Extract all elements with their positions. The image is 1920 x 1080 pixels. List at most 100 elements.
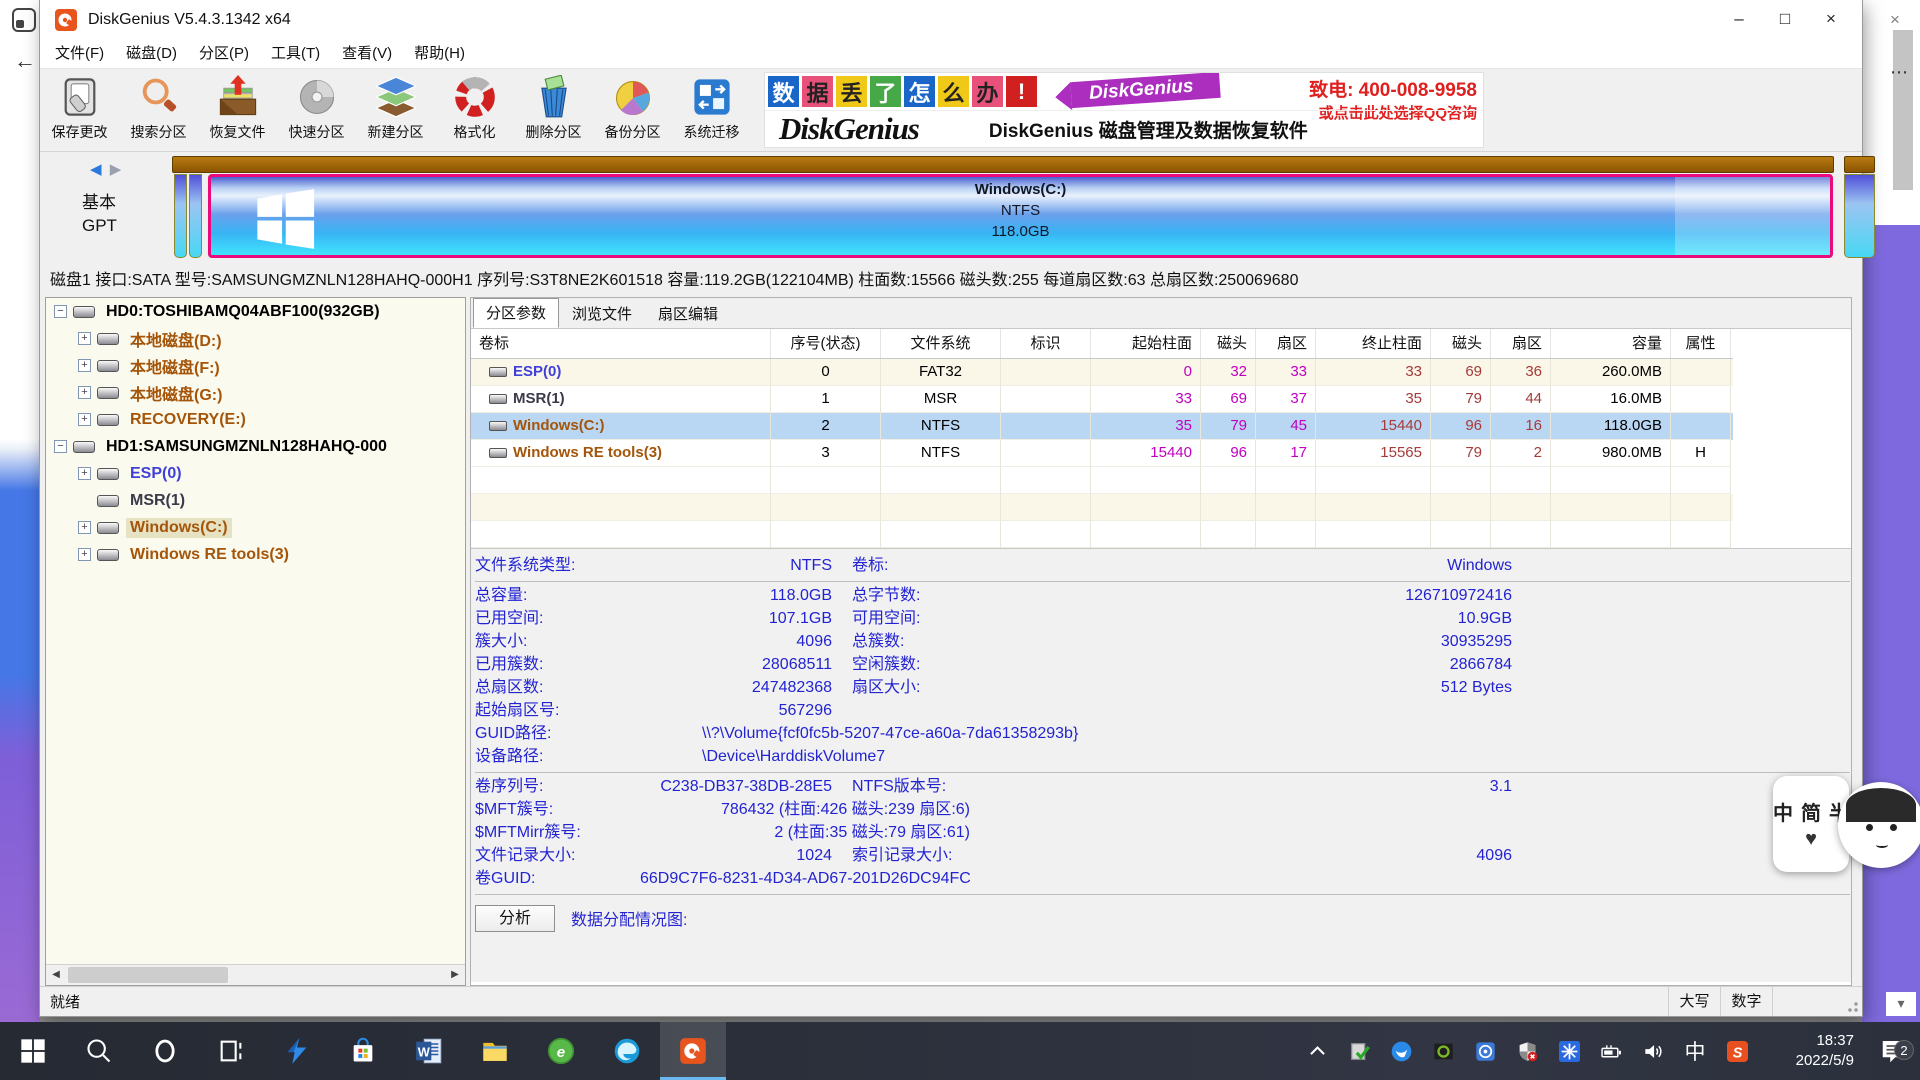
- toolbar-button-0[interactable]: 保存更改: [40, 69, 119, 151]
- table-row[interactable]: Windows RE tools(3)3NTFS1544096171556579…: [471, 440, 1733, 467]
- task-view-button[interactable]: [198, 1022, 264, 1080]
- table-cell: 69: [1431, 359, 1491, 386]
- ime-mode-item[interactable]: 中: [1773, 797, 1793, 826]
- scroll-right-icon[interactable]: ▶: [445, 965, 465, 985]
- tab-browse-files[interactable]: 浏览文件: [559, 301, 645, 328]
- main-panel: 分区参数浏览文件扇区编辑 卷标序号(状态)文件系统标识起始柱面磁头扇区终止柱面磁…: [470, 297, 1852, 986]
- word-app[interactable]: W: [396, 1022, 462, 1080]
- toolbar-button-7[interactable]: 备份分区: [593, 69, 672, 151]
- disk-next-icon[interactable]: ▶: [110, 161, 122, 178]
- tree-item[interactable]: −HD1:SAMSUNGMZNLN128HAHQ-000: [46, 433, 465, 460]
- flash-app[interactable]: [264, 1022, 330, 1080]
- expand-icon[interactable]: +: [78, 413, 91, 426]
- heart-icon[interactable]: ♥: [1805, 828, 1817, 851]
- menu-item-3[interactable]: 工具(T): [260, 40, 331, 68]
- tree-item[interactable]: MSR(1): [46, 487, 465, 514]
- expand-icon[interactable]: +: [78, 386, 91, 399]
- taskbar-clock[interactable]: 18:37 2022/5/9: [1758, 1031, 1854, 1071]
- tree-hscrollbar[interactable]: ◀ ▶: [46, 964, 465, 985]
- nvidia-icon[interactable]: [1422, 1041, 1464, 1062]
- partition-strip-esp[interactable]: [174, 174, 187, 258]
- menu-item-4[interactable]: 查看(V): [331, 40, 403, 68]
- browser-tab-icon[interactable]: [12, 8, 36, 32]
- taskbar-search[interactable]: [66, 1022, 132, 1080]
- start-button[interactable]: [0, 1022, 66, 1080]
- minimize-button[interactable]: –: [1716, 0, 1762, 40]
- cortana-button[interactable]: [132, 1022, 198, 1080]
- tree-item[interactable]: +本地磁盘(D:): [46, 325, 465, 352]
- toolbar-button-4[interactable]: 新建分区: [356, 69, 435, 151]
- expand-icon[interactable]: +: [78, 548, 91, 561]
- sogou-icon[interactable]: S: [1716, 1041, 1758, 1062]
- tab-partition-params[interactable]: 分区参数: [473, 298, 559, 328]
- expand-icon[interactable]: +: [78, 332, 91, 345]
- menu-item-1[interactable]: 磁盘(D): [115, 40, 188, 68]
- table-cell: 32: [1201, 359, 1256, 386]
- scroll-down-icon[interactable]: ▾: [1886, 992, 1916, 1016]
- browser-360-app[interactable]: e: [528, 1022, 594, 1080]
- expand-icon[interactable]: +: [78, 521, 91, 534]
- toolbar-button-5[interactable]: 格式化: [435, 69, 514, 151]
- ad-banner[interactable]: 数据丢了怎么办! DiskGenius 致电: 400-008-9958 或点击…: [765, 73, 1483, 147]
- dingtalk-icon[interactable]: [1380, 1041, 1422, 1062]
- scroll-left-icon[interactable]: ◀: [46, 965, 66, 985]
- toolbar-button-8[interactable]: 系统迁移: [672, 69, 751, 151]
- table-row[interactable]: MSR(1)1MSR33693735794416.0MB: [471, 386, 1733, 413]
- detail-label: 可用空间:: [852, 608, 1020, 631]
- ime-indicator[interactable]: 中: [1674, 1036, 1716, 1066]
- browser-back-icon[interactable]: ←: [14, 48, 36, 74]
- collapse-icon[interactable]: −: [54, 305, 67, 318]
- tree-item-label: Windows(C:): [126, 518, 232, 538]
- toolbar-button-2[interactable]: 恢复文件: [198, 69, 277, 151]
- intel-icon[interactable]: [1464, 1041, 1506, 1062]
- toolbar-button-1[interactable]: 搜索分区: [119, 69, 198, 151]
- tree-item[interactable]: −HD0:TOSHIBAMQ04ABF100(932GB): [46, 298, 465, 325]
- store-app[interactable]: [330, 1022, 396, 1080]
- tab-sector-edit[interactable]: 扇区编辑: [645, 301, 731, 328]
- diskgenius-app[interactable]: [660, 1022, 726, 1080]
- browser-more-icon[interactable]: ⋯: [1884, 62, 1914, 83]
- analyze-button[interactable]: 分析: [475, 905, 555, 932]
- detail-value: 126710972416: [1020, 585, 1512, 608]
- toolbar-button-3[interactable]: 快速分区: [277, 69, 356, 151]
- tree-item[interactable]: + Windows(C:): [46, 514, 465, 541]
- table-row[interactable]: ESP(0)0FAT3203233336936260.0MB: [471, 359, 1733, 386]
- edge-app[interactable]: [594, 1022, 660, 1080]
- volume-icon[interactable]: [1632, 1041, 1674, 1062]
- partition-strip-re[interactable]: [1844, 174, 1875, 258]
- scrollbar-thumb[interactable]: [68, 967, 228, 983]
- detail-value: \\?\Volume{fcf0fc5b-5207-47ce-a60a-7da61…: [702, 723, 1078, 746]
- defender-icon[interactable]: [1506, 1041, 1548, 1062]
- browser-close-icon[interactable]: ×: [1878, 6, 1912, 34]
- menu-item-5[interactable]: 帮助(H): [403, 40, 476, 68]
- tray-expand-icon[interactable]: [1296, 1041, 1338, 1062]
- tree-item[interactable]: +RECOVERY(E:): [46, 406, 465, 433]
- tree-item[interactable]: +本地磁盘(G:): [46, 379, 465, 406]
- snowflake-icon[interactable]: [1548, 1041, 1590, 1062]
- maximize-button[interactable]: □: [1762, 0, 1808, 40]
- tree-item[interactable]: +Windows RE tools(3): [46, 541, 465, 568]
- ime-mode-item[interactable]: 简: [1801, 797, 1821, 826]
- notification-center-icon[interactable]: 2: [1868, 1036, 1920, 1066]
- close-button[interactable]: ×: [1808, 0, 1854, 40]
- expand-icon[interactable]: +: [78, 467, 91, 480]
- battery-icon[interactable]: [1590, 1041, 1632, 1062]
- mascot-avatar[interactable]: [1838, 782, 1920, 868]
- tree-item[interactable]: +本地磁盘(F:): [46, 352, 465, 379]
- task-check-icon[interactable]: [1338, 1041, 1380, 1062]
- expand-icon[interactable]: +: [78, 359, 91, 372]
- file-explorer-app[interactable]: [462, 1022, 528, 1080]
- background-scrollbar[interactable]: [1893, 30, 1913, 190]
- toolbar-button-6[interactable]: 删除分区: [514, 69, 593, 151]
- partition-strip-msr[interactable]: [189, 174, 202, 258]
- disk-icon: [489, 367, 507, 377]
- collapse-icon[interactable]: −: [54, 440, 67, 453]
- empty-cell: [1256, 467, 1316, 494]
- resize-grip[interactable]: [1772, 987, 1862, 1016]
- menu-item-0[interactable]: 文件(F): [44, 40, 115, 68]
- disk-prev-icon[interactable]: ◀: [90, 161, 102, 178]
- menu-item-2[interactable]: 分区(P): [188, 40, 260, 68]
- table-row[interactable]: Windows(C:)2NTFS357945154409616118.0GB: [471, 413, 1733, 440]
- partition-bar-windows-c[interactable]: Windows(C:) NTFS 118.0GB: [208, 174, 1833, 258]
- tree-item[interactable]: +ESP(0): [46, 460, 465, 487]
